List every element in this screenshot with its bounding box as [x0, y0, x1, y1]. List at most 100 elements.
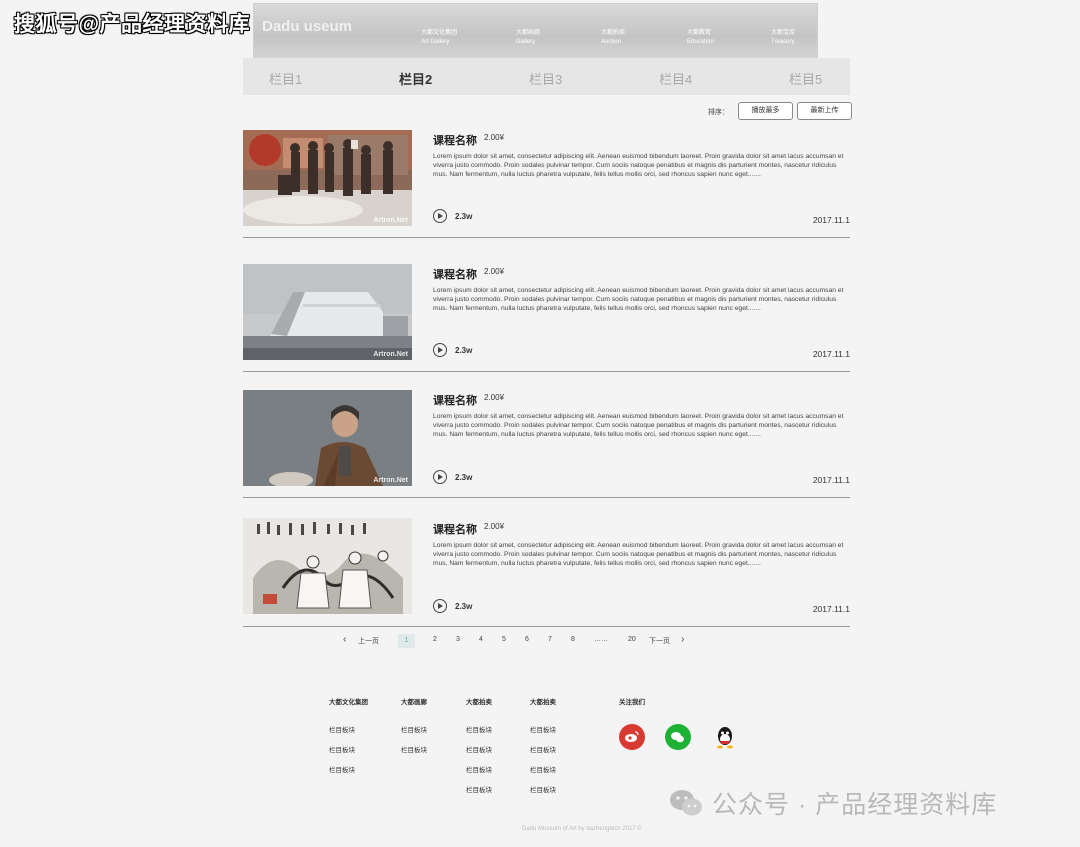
nav-label-en: Art Gallery	[421, 39, 450, 45]
course-thumbnail[interactable]	[243, 518, 412, 614]
sort-newest-button[interactable]: 最新上传	[797, 102, 852, 120]
page-ellipsis: ……	[594, 636, 608, 643]
play-icon[interactable]	[433, 470, 447, 484]
tab-4[interactable]: 栏目4	[659, 69, 692, 88]
footer-link[interactable]: 栏目板块	[530, 784, 556, 794]
nav-item-treasury[interactable]: 大都宝库 Treasury	[771, 29, 795, 47]
category-tabs: 栏目1 栏目2 栏目3 栏目4 栏目5	[243, 58, 850, 95]
wechat-icon[interactable]	[665, 724, 691, 750]
copyright-text: Dadu Museum of Art by dazhengtech 2017 ©	[522, 826, 642, 832]
course-title[interactable]: 课程名称	[433, 521, 477, 537]
footer-link[interactable]: 栏目板块	[466, 744, 492, 754]
museum-building-image	[243, 264, 412, 360]
page-link-last[interactable]: 20	[628, 636, 636, 643]
footer-column-heading: 大都画廊	[401, 699, 427, 706]
play-count: 2.3w	[455, 346, 473, 355]
page-link[interactable]: 5	[502, 636, 506, 643]
next-page-link[interactable]: 下一页	[649, 636, 670, 646]
footer-link[interactable]: 栏目板块	[530, 724, 556, 734]
nav-label-cn: 大都画廊	[516, 30, 541, 36]
course-thumbnail[interactable]: Artron.Net	[243, 130, 412, 226]
course-price: 2.00¥	[484, 267, 505, 276]
nav-item-culture-group[interactable]: 大都文化集团 Art Gallery	[421, 29, 457, 47]
tab-5[interactable]: 栏目5	[789, 69, 822, 88]
nav-label-cn: 大都宝库	[771, 30, 796, 36]
chevron-right-icon[interactable]: ›	[681, 634, 684, 645]
course-title[interactable]: 课程名称	[433, 266, 477, 282]
play-icon[interactable]	[433, 599, 447, 613]
course-title[interactable]: 课程名称	[433, 392, 477, 408]
footer-link[interactable]: 栏目板块	[401, 744, 427, 754]
watermark-source-label: 搜狐号@产品经理资料库	[14, 13, 250, 36]
footer-link[interactable]: 栏目板块	[329, 764, 355, 774]
wechat-logo-icon	[670, 790, 702, 816]
page-link[interactable]: 7	[548, 636, 552, 643]
site-header: Dadu useum 大都文化集团 Art Gallery 大都画廊 Galle…	[253, 3, 818, 60]
course-date: 2017.11.1	[812, 475, 850, 485]
footer-link[interactable]: 栏目板块	[530, 764, 556, 774]
image-watermark: Artron.Net	[373, 477, 408, 484]
course-date: 2017.11.1	[812, 349, 850, 359]
footer-link[interactable]: 栏目板块	[466, 784, 492, 794]
course-date: 2017.11.1	[812, 604, 850, 614]
nav-label-en: Education	[687, 39, 714, 45]
divider	[243, 371, 850, 372]
follow-heading: 关注我们	[619, 699, 645, 706]
tab-1[interactable]: 栏目1	[269, 69, 302, 88]
divider	[243, 237, 850, 238]
image-watermark: Artron.Net	[373, 351, 408, 358]
footer-link[interactable]: 栏目板块	[401, 724, 427, 734]
footer-column-heading: 大都文化集团	[329, 699, 368, 706]
sort-most-played-button[interactable]: 播放最多	[738, 102, 793, 120]
course-date: 2017.11.1	[812, 215, 850, 225]
footer-column-heading: 大都拍卖	[466, 699, 492, 706]
course-thumbnail[interactable]: Artron.Net	[243, 264, 412, 360]
course-description: Lorem ipsum dolor sit amet, consectetur …	[433, 542, 844, 567]
course-description: Lorem ipsum dolor sit amet, consectetur …	[433, 287, 844, 312]
nav-label-cn: 大都拍卖	[601, 30, 626, 36]
tab-2[interactable]: 栏目2	[399, 69, 432, 88]
artist-portrait-image	[243, 390, 412, 486]
course-price: 2.00¥	[484, 133, 505, 142]
prev-page-link[interactable]: 上一页	[358, 636, 379, 646]
page-link[interactable]: 2	[433, 636, 437, 643]
footer-link[interactable]: 栏目板块	[530, 744, 556, 754]
nav-item-education[interactable]: 大都教育 Education	[687, 29, 714, 47]
watermark-text: 公众号 · 产品经理资料库	[712, 791, 998, 819]
divider	[243, 626, 850, 627]
course-description: Lorem ipsum dolor sit amet, consectetur …	[433, 153, 844, 178]
footer-column-heading: 大都拍卖	[530, 699, 556, 706]
play-count: 2.3w	[455, 473, 473, 482]
footer-link[interactable]: 栏目板块	[466, 724, 492, 734]
footer-link[interactable]: 栏目板块	[329, 724, 355, 734]
painting-figures-image	[243, 130, 412, 226]
nav-item-auction[interactable]: 大都拍卖 Auction	[601, 29, 625, 47]
course-title[interactable]: 课程名称	[433, 132, 477, 148]
page-link-current[interactable]: 1	[398, 634, 415, 648]
page-link[interactable]: 8	[571, 636, 575, 643]
nav-label-cn: 大都文化集团	[421, 30, 458, 36]
divider	[243, 497, 850, 498]
sort-label: 排序：	[708, 109, 729, 116]
course-thumbnail[interactable]: Artron.Net	[243, 390, 412, 486]
play-icon[interactable]	[433, 209, 447, 223]
tab-3[interactable]: 栏目3	[529, 69, 562, 88]
qq-icon[interactable]	[712, 724, 738, 750]
nav-label-en: Treasury	[771, 39, 795, 45]
ink-painting-image	[243, 518, 412, 614]
play-icon[interactable]	[433, 343, 447, 357]
page-link[interactable]: 6	[525, 636, 529, 643]
course-price: 2.00¥	[484, 522, 505, 531]
nav-label-cn: 大都教育	[687, 30, 712, 36]
footer-link[interactable]: 栏目板块	[329, 744, 355, 754]
footer-link[interactable]: 栏目板块	[466, 764, 492, 774]
page-link[interactable]: 3	[456, 636, 460, 643]
nav-item-gallery[interactable]: 大都画廊 Gallery	[516, 29, 540, 47]
chevron-left-icon[interactable]: ‹	[343, 634, 346, 645]
site-logo[interactable]: Dadu useum	[262, 18, 352, 35]
page-link[interactable]: 4	[479, 636, 483, 643]
course-description: Lorem ipsum dolor sit amet, consectetur …	[433, 413, 844, 438]
course-price: 2.00¥	[484, 393, 505, 402]
nav-label-en: Gallery	[516, 39, 536, 45]
weibo-icon[interactable]	[619, 724, 645, 750]
